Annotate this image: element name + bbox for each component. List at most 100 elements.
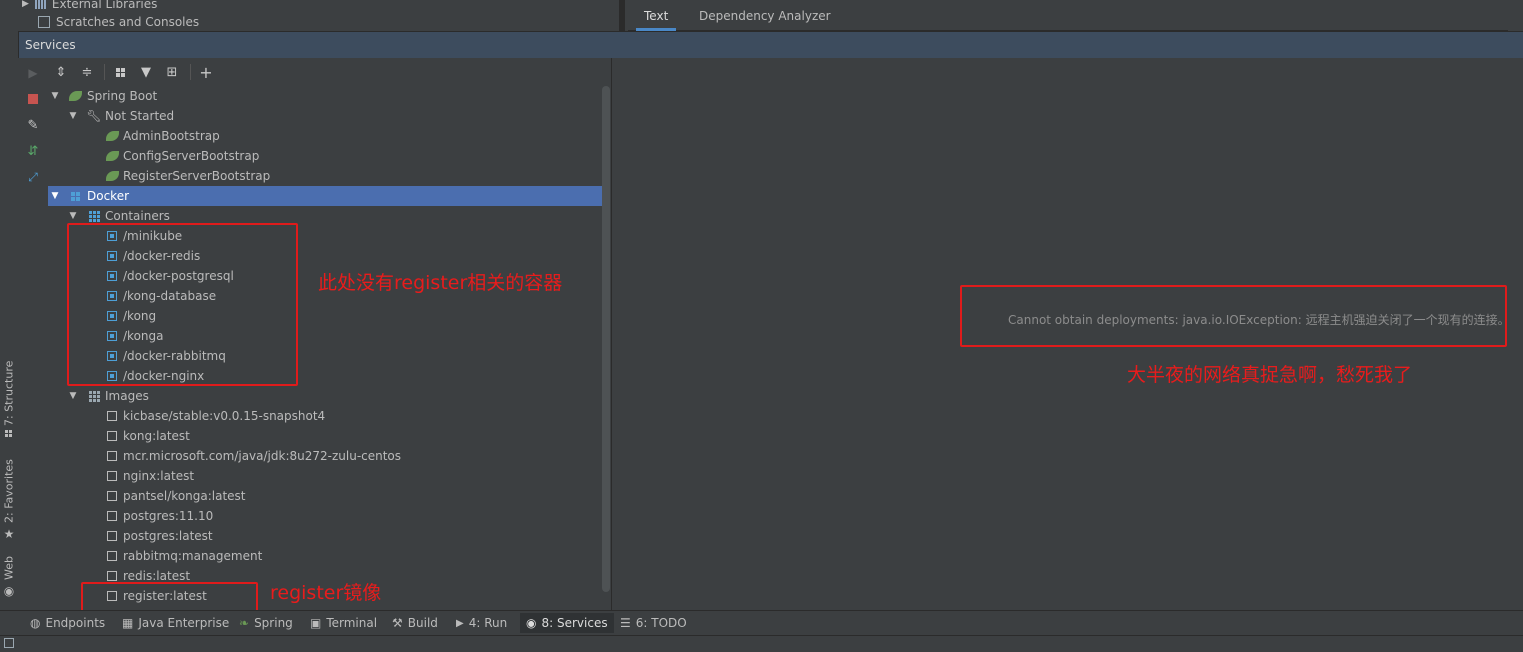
tab-spring[interactable]: ❧ Spring — [239, 613, 293, 633]
tree-scrollbar[interactable] — [602, 86, 610, 592]
tree-node-app[interactable]: AdminBootstrap — [48, 126, 610, 146]
scratches-icon — [38, 16, 50, 28]
node-label: ConfigServerBootstrap — [123, 149, 260, 163]
tab-label: 6: TODO — [635, 616, 687, 630]
services-actions: ▶ ✎ ⇵ ⤢ — [18, 58, 49, 610]
group-by-icon[interactable] — [112, 64, 128, 80]
edit-icon[interactable]: ✎ — [26, 118, 40, 133]
tree-item-scratches[interactable]: Scratches and Consoles — [38, 12, 199, 31]
add-icon[interactable]: + — [198, 63, 214, 82]
node-label: nginx:latest — [123, 469, 195, 483]
services-title: Services — [25, 38, 76, 52]
tree-node-image[interactable]: rabbitmq:management — [48, 546, 610, 566]
structure-icon — [5, 430, 13, 438]
tab-run[interactable]: ▶ 4: Run — [456, 613, 507, 633]
node-label: rabbitmq:management — [123, 549, 263, 563]
tab-label: Spring — [254, 616, 293, 630]
expanded-arrow-icon[interactable]: ▼ — [50, 191, 60, 201]
tree-node-app[interactable]: ConfigServerBootstrap — [48, 146, 610, 166]
status-bar — [0, 635, 1523, 652]
tree-node-docker[interactable]: ▼ Docker — [48, 186, 610, 206]
tree-node-spring-boot[interactable]: ▼ Spring Boot — [48, 86, 610, 106]
run-icon[interactable]: ▶ — [26, 66, 40, 80]
spring-boot-icon — [68, 89, 82, 103]
project-tree-remnant: ▶ External Libraries Scratches and Conso… — [0, 0, 612, 31]
expand-all-icon[interactable]: ⇕ — [53, 64, 69, 80]
wrench-icon: 🔧︎ — [86, 109, 102, 123]
run-icon: ▶ — [456, 617, 464, 629]
terminal-icon: ▣ — [310, 616, 322, 630]
tree-item-label: External Libraries — [51, 0, 158, 11]
annotation-box-containers — [67, 223, 298, 386]
tab-label: Terminal — [326, 616, 378, 630]
node-label: kicbase/stable:v0.0.15-snapshot4 — [123, 409, 326, 423]
tab-endpoints[interactable]: ◍ Endpoints — [30, 613, 105, 633]
expanded-arrow-icon[interactable]: ▼ — [68, 111, 78, 121]
images-icon — [87, 389, 101, 403]
image-icon — [105, 449, 119, 463]
spring-boot-app-icon — [105, 169, 119, 183]
tab-label: 8: Services — [541, 616, 608, 630]
tab-label: Endpoints — [45, 616, 106, 630]
toolbar-separator — [190, 64, 191, 80]
tab-structure[interactable]: 7: Structure — [1, 361, 17, 471]
tab-terminal[interactable]: ▣ Terminal — [310, 613, 377, 633]
filter-icon[interactable]: ▼ — [138, 64, 154, 80]
splitter[interactable] — [619, 0, 625, 31]
endpoints-icon: ◍ — [30, 616, 41, 630]
services-icon: ◉ — [526, 616, 537, 630]
node-label: Images — [105, 389, 149, 403]
tab-label: Java Enterprise — [138, 616, 230, 630]
new-tab-icon[interactable]: ⊞ — [164, 64, 180, 80]
stop-icon[interactable] — [26, 92, 40, 106]
tab-web[interactable]: ◉ Web — [1, 556, 17, 601]
tree-node-image[interactable]: nginx:latest — [48, 466, 610, 486]
deploy-icon[interactable]: ⇵ — [26, 144, 40, 159]
java-enterprise-icon: ▦ — [122, 616, 134, 630]
tab-label: 4: Run — [468, 616, 508, 630]
tab-text[interactable]: Text — [636, 6, 677, 31]
tree-node-image[interactable]: pantsel/konga:latest — [48, 486, 610, 506]
tab-label: Web — [2, 556, 16, 580]
tree-node-image[interactable]: mcr.microsoft.com/java/jdk:8u272-zulu-ce… — [48, 446, 610, 466]
node-label: redis:latest — [123, 569, 191, 583]
tree-item-label: Scratches and Consoles — [56, 15, 200, 29]
node-label: Containers — [105, 209, 170, 223]
tree-node-image[interactable]: postgres:11.10 — [48, 506, 610, 526]
expanded-arrow-icon[interactable]: ▼ — [50, 91, 60, 101]
node-label: mcr.microsoft.com/java/jdk:8u272-zulu-ce… — [123, 449, 402, 463]
collapse-all-icon[interactable]: ≑ — [79, 64, 95, 80]
node-label: RegisterServerBootstrap — [123, 169, 271, 183]
spring-boot-app-icon — [105, 149, 119, 163]
tree-node-app[interactable]: RegisterServerBootstrap — [48, 166, 610, 186]
image-icon — [105, 469, 119, 483]
expanded-arrow-icon[interactable]: ▼ — [68, 391, 78, 401]
tree-node-images[interactable]: ▼ Images — [48, 386, 610, 406]
tree-node-not-started[interactable]: ▼ 🔧︎ Not Started — [48, 106, 610, 126]
spring-boot-app-icon — [105, 129, 119, 143]
tool-windows-icon[interactable] — [4, 638, 14, 648]
node-label: pantsel/konga:latest — [123, 489, 246, 503]
image-icon — [105, 429, 119, 443]
node-label: postgres:11.10 — [123, 509, 214, 523]
tree-node-image[interactable]: kicbase/stable:v0.0.15-snapshot4 — [48, 406, 610, 426]
bottom-tool-tabs: ◍ Endpoints ▦ Java Enterprise ❧ Spring ▣ Ter… — [0, 610, 1523, 636]
node-label: Spring Boot — [87, 89, 158, 103]
globe-icon: ◉ — [2, 583, 16, 598]
services-title-bar: Services — [18, 31, 1523, 58]
left-tool-stripe: 7: Structure ★ 2: Favorites ◉ Web — [0, 31, 19, 610]
tab-services[interactable]: ◉ 8: Services — [520, 613, 614, 633]
tab-java-enterprise[interactable]: ▦ Java Enterprise — [122, 613, 229, 633]
image-icon — [105, 529, 119, 543]
tree-node-image[interactable]: kong:latest — [48, 426, 610, 446]
redeploy-icon[interactable]: ⤢ — [26, 170, 40, 184]
tab-build[interactable]: ⚒ Build — [392, 613, 438, 633]
collapsed-arrow-icon[interactable]: ▶ — [22, 0, 29, 9]
annotation-containers-note: 此处没有register相关的容器 — [318, 272, 563, 294]
tree-node-image[interactable]: postgres:latest — [48, 526, 610, 546]
tab-todo[interactable]: ☰ 6: TODO — [620, 613, 687, 633]
containers-icon — [87, 209, 101, 223]
docker-icon — [68, 189, 82, 203]
tab-dependency-analyzer[interactable]: Dependency Analyzer — [691, 6, 839, 28]
expanded-arrow-icon[interactable]: ▼ — [68, 211, 78, 221]
